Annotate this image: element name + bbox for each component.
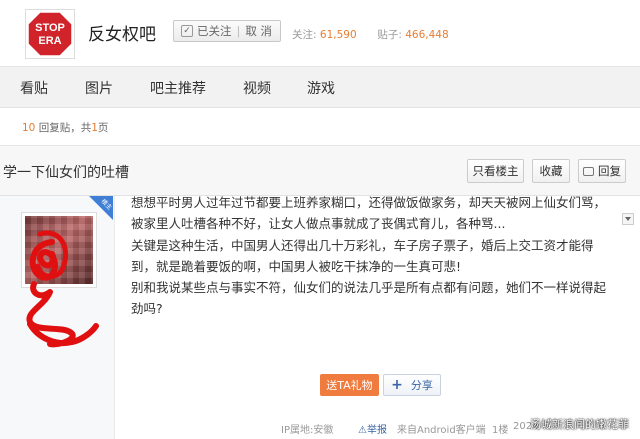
post-paragraph: 想想平时男人过年过节都要上班养家糊口，还得做饭做家务，却天天被网上仙女们骂，被家… bbox=[131, 195, 607, 232]
favorite-button[interactable]: 收藏 bbox=[532, 159, 570, 183]
stop-era-logo-icon: STOP ERA bbox=[27, 11, 73, 57]
share-label: 分享 bbox=[410, 379, 433, 392]
only-op-button[interactable]: 只看楼主 bbox=[467, 159, 524, 183]
nav-tab-images[interactable]: 图片 bbox=[85, 78, 113, 98]
forum-stats: 关注: 61,590 贴子: 466,448 bbox=[292, 27, 449, 42]
nav-tab-posts[interactable]: 看贴 bbox=[20, 78, 48, 98]
thread-title: 学一下仙女们的吐槽 bbox=[3, 165, 129, 181]
followers-label: 关注: bbox=[292, 29, 317, 41]
forum-header: STOP ERA 反女权吧 ✓ 已关注 | 取 消 关注: 61,590 贴子:… bbox=[0, 0, 640, 66]
reply-count-text: 10 回复贴，共1页 bbox=[22, 120, 108, 135]
followers-count: 61,590 bbox=[319, 29, 357, 41]
reply-count: 10 bbox=[22, 122, 36, 134]
reply-icon bbox=[583, 166, 594, 176]
first-post: 楼主 想想平时男人过年过节都要上班养家糊口，还得做饭做家务，却天天被网上仙女们骂… bbox=[0, 195, 640, 439]
posts-count: 466,448 bbox=[405, 29, 449, 41]
watermark-text: 汤城新浪闻的嫩花菲 bbox=[530, 418, 629, 431]
logo-text-bottom: ERA bbox=[38, 35, 61, 47]
reply-button-label: 回复 bbox=[598, 164, 621, 178]
follow-separator: | bbox=[236, 24, 241, 38]
report-icon: ⚠ bbox=[358, 425, 367, 436]
followed-label: 已关注 bbox=[197, 24, 232, 38]
page-count: 1 bbox=[91, 122, 98, 134]
floor-number: 1楼 bbox=[492, 425, 509, 436]
post-paragraph: 别和我说某些点与事实不符，仙女们的说法几乎是所有点都有问题，她们不一样说得起劲吗… bbox=[131, 280, 607, 317]
reply-button[interactable]: 回复 bbox=[578, 159, 626, 183]
send-gift-button[interactable]: 送TA礼物 bbox=[320, 374, 379, 396]
reply-count-bar: 10 回复贴，共1页 bbox=[0, 108, 640, 146]
share-button[interactable]: + 分享 bbox=[383, 374, 441, 396]
check-icon: ✓ bbox=[181, 25, 193, 37]
post-menu-dropdown[interactable] bbox=[622, 213, 634, 225]
post-paragraph: 关键是这种生活，中国男人还得出几十万彩礼，车子房子票子，婚后上交工资才能得到，就… bbox=[131, 237, 594, 274]
forum-name[interactable]: 反女权吧 bbox=[88, 20, 156, 45]
forum-nav: 看贴 图片 吧主推荐 视频 游戏 bbox=[0, 66, 640, 108]
nav-tab-video[interactable]: 视频 bbox=[243, 78, 271, 98]
post-content: 想想平时男人过年过节都要上班养家糊口，还得做饭做家务，却天天被网上仙女们骂，被家… bbox=[131, 192, 615, 320]
forum-logo[interactable]: STOP ERA bbox=[25, 9, 75, 59]
nav-tab-featured[interactable]: 吧主推荐 bbox=[150, 78, 206, 98]
plus-icon: + bbox=[391, 377, 403, 393]
unfollow-button[interactable]: 取 消 bbox=[245, 23, 272, 39]
logo-text-top: STOP bbox=[35, 22, 65, 34]
author-sidebar: 楼主 bbox=[0, 196, 115, 439]
red-scribble-overlay bbox=[26, 230, 99, 348]
report-label: 举报 bbox=[366, 425, 387, 436]
thread-title-bar: 学一下仙女们的吐槽 只看楼主 收藏 回复 bbox=[0, 146, 640, 196]
ip-location: IP属地:安徽 bbox=[281, 425, 334, 436]
follow-status-button[interactable]: ✓ 已关注 | 取 消 bbox=[173, 20, 281, 42]
page-count-suffix: 页 bbox=[97, 122, 109, 134]
reply-count-label: 回复贴，共 bbox=[35, 122, 92, 134]
report-link[interactable]: ⚠举报 bbox=[358, 421, 387, 436]
client-source: 来自Android客户端 bbox=[397, 425, 486, 436]
nav-tab-games[interactable]: 游戏 bbox=[307, 78, 335, 98]
op-badge: 楼主 bbox=[89, 196, 113, 220]
posts-label: 贴子: bbox=[377, 29, 402, 41]
